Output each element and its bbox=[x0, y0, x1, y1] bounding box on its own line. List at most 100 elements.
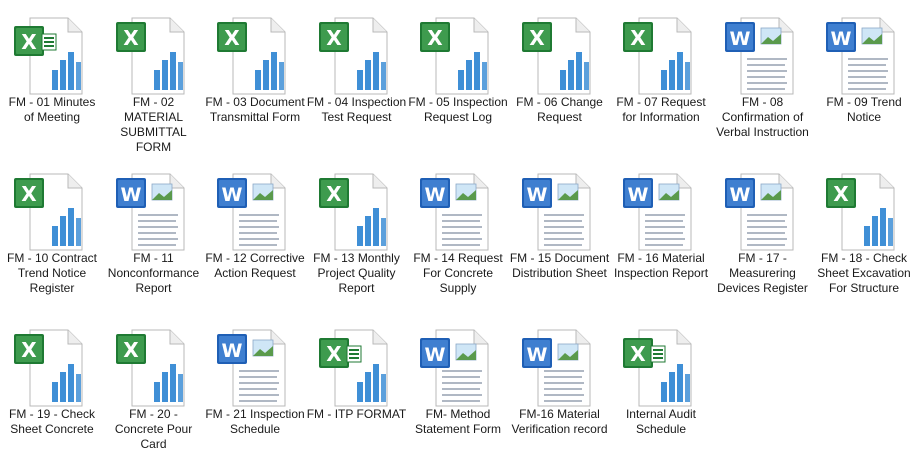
file-grid: X FM - 01 Minutes of Meeting X FM - 02 M… bbox=[0, 0, 910, 456]
file-item[interactable]: X FM - 05 Inspection Request Log bbox=[408, 6, 508, 156]
word-file-icon: W bbox=[213, 168, 293, 252]
word-file-icon: W bbox=[112, 168, 192, 252]
file-item[interactable]: X FM - 10 Contract Trend Notice Register bbox=[4, 162, 100, 312]
excel-file-icon: X bbox=[416, 12, 496, 96]
file-item[interactable]: W FM - 09 Trend Notice bbox=[816, 6, 910, 156]
excel-file-icon: X bbox=[112, 324, 192, 408]
word-file-icon: W bbox=[518, 324, 598, 408]
word-file-icon: W bbox=[721, 168, 801, 252]
file-name-label: FM - 17 - Measurering Devices Register bbox=[717, 251, 808, 295]
word-file-icon: W bbox=[213, 324, 293, 408]
svg-text:X: X bbox=[326, 182, 342, 206]
file-name-label: FM - 15 Document Distribution Sheet bbox=[509, 251, 610, 280]
file-item[interactable]: W FM - 08 Confirmation of Verbal Instruc… bbox=[715, 6, 811, 156]
excel-file-icon: X bbox=[112, 12, 192, 96]
file-name-label: FM - 01 Minutes of Meeting bbox=[8, 95, 96, 124]
file-name-label: FM - 21 Inspection Schedule bbox=[205, 407, 305, 436]
file-name-label: FM - 20 - Concrete Pour Card bbox=[114, 407, 193, 451]
svg-text:W: W bbox=[222, 340, 243, 362]
file-name-label: FM - 10 Contract Trend Notice Register bbox=[6, 251, 98, 295]
svg-text:W: W bbox=[526, 344, 547, 366]
file-item[interactable]: W FM - 14 Request For Concrete Supply bbox=[410, 162, 506, 312]
file-name-label: FM - 11 Nonconformance Report bbox=[107, 251, 200, 295]
file-item[interactable]: W FM - 17 - Measurering Devices Register bbox=[715, 162, 811, 312]
file-item[interactable]: X FM - 02 MATERIAL SUBMITTAL FORM bbox=[106, 6, 202, 156]
excel-file-icon: X bbox=[213, 12, 293, 96]
file-name-label: FM - 13 Monthly Project Quality Report bbox=[313, 251, 400, 295]
file-item[interactable]: X FM - 07 Request for Information bbox=[613, 6, 709, 156]
svg-text:X: X bbox=[21, 338, 37, 362]
file-item[interactable]: X FM - 03 Document Transmittal Form bbox=[205, 6, 305, 156]
excel-file-icon: X bbox=[619, 12, 699, 96]
excel-file-icon: X bbox=[518, 12, 598, 96]
svg-text:W: W bbox=[628, 184, 649, 206]
svg-text:X: X bbox=[630, 26, 646, 50]
svg-text:X: X bbox=[427, 26, 443, 50]
file-name-label: FM - 06 Change Request bbox=[516, 95, 603, 124]
svg-text:X: X bbox=[630, 342, 646, 366]
file-item[interactable]: X FM - 18 - Check Sheet Excavation For S… bbox=[816, 162, 910, 312]
excel-file-icon: X bbox=[619, 324, 699, 408]
file-item[interactable]: W FM - 16 Material Inspection Report bbox=[613, 162, 709, 312]
svg-text:W: W bbox=[425, 344, 446, 366]
file-item[interactable]: X FM - 06 Change Request bbox=[512, 6, 608, 156]
excel-file-icon: X bbox=[10, 12, 90, 96]
file-item[interactable]: X FM - 19 - Check Sheet Concrete bbox=[4, 318, 100, 468]
file-name-label: FM-16 Material Verification record bbox=[511, 407, 608, 436]
word-file-icon: W bbox=[721, 12, 801, 96]
file-name-label: FM - 07 Request for Information bbox=[616, 95, 706, 124]
file-item[interactable]: W FM - 15 Document Distribution Sheet bbox=[509, 162, 610, 312]
file-item[interactable]: X FM - 04 Inspection Test Request bbox=[306, 6, 407, 156]
svg-text:W: W bbox=[425, 184, 446, 206]
svg-text:X: X bbox=[123, 338, 139, 362]
file-item[interactable]: X FM - 20 - Concrete Pour Card bbox=[106, 318, 202, 468]
file-name-label: FM - 18 - Check Sheet Excavation For Str… bbox=[817, 251, 910, 295]
file-name-label: FM - 05 Inspection Request Log bbox=[408, 95, 508, 124]
svg-text:W: W bbox=[222, 184, 243, 206]
svg-text:X: X bbox=[21, 182, 37, 206]
word-file-icon: W bbox=[518, 168, 598, 252]
file-name-label: FM - 12 Corrective Action Request bbox=[205, 251, 305, 280]
file-name-label: FM - 04 Inspection Test Request bbox=[306, 95, 407, 124]
file-item[interactable]: W FM - 12 Corrective Action Request bbox=[205, 162, 305, 312]
word-file-icon: W bbox=[619, 168, 699, 252]
file-item[interactable]: X FM - ITP FORMAT bbox=[306, 318, 407, 468]
file-name-label: FM - ITP FORMAT bbox=[306, 407, 407, 421]
file-name-label: Internal Audit Schedule bbox=[625, 407, 697, 436]
file-name-label: FM - 03 Document Transmittal Form bbox=[205, 95, 305, 124]
excel-file-icon: X bbox=[10, 324, 90, 408]
svg-text:W: W bbox=[526, 184, 547, 206]
svg-text:X: X bbox=[326, 342, 342, 366]
file-item[interactable]: X Internal Audit Schedule bbox=[613, 318, 709, 468]
excel-file-icon: X bbox=[315, 12, 395, 96]
svg-text:W: W bbox=[831, 28, 852, 50]
svg-text:W: W bbox=[120, 184, 141, 206]
file-name-label: FM - 16 Material Inspection Report bbox=[613, 251, 709, 280]
file-name-label: FM - 09 Trend Notice bbox=[826, 95, 902, 124]
svg-text:X: X bbox=[123, 26, 139, 50]
svg-text:X: X bbox=[529, 26, 545, 50]
word-file-icon: W bbox=[416, 324, 496, 408]
svg-text:X: X bbox=[21, 30, 37, 54]
file-item[interactable]: W FM-16 Material Verification record bbox=[511, 318, 608, 468]
file-name-label: FM - 14 Request For Concrete Supply bbox=[413, 251, 503, 295]
file-name-label: FM - 08 Confirmation of Verbal Instructi… bbox=[716, 95, 809, 139]
svg-text:X: X bbox=[833, 182, 849, 206]
file-name-label: FM - 19 - Check Sheet Concrete bbox=[8, 407, 95, 436]
file-name-label: FM- Method Statement Form bbox=[414, 407, 502, 436]
svg-text:W: W bbox=[729, 184, 750, 206]
file-item[interactable]: X FM - 01 Minutes of Meeting bbox=[4, 6, 100, 156]
file-item[interactable]: X FM - 13 Monthly Project Quality Report bbox=[309, 162, 405, 312]
excel-file-icon: X bbox=[822, 168, 902, 252]
svg-text:X: X bbox=[224, 26, 240, 50]
file-item[interactable]: W FM- Method Statement Form bbox=[410, 318, 506, 468]
word-file-icon: W bbox=[822, 12, 902, 96]
word-file-icon: W bbox=[416, 168, 496, 252]
excel-file-icon: X bbox=[315, 324, 395, 408]
file-item[interactable]: W FM - 21 Inspection Schedule bbox=[205, 318, 305, 468]
excel-file-icon: X bbox=[315, 168, 395, 252]
file-item[interactable]: W FM - 11 Nonconformance Report bbox=[106, 162, 202, 312]
file-name-label: FM - 02 MATERIAL SUBMITTAL FORM bbox=[120, 95, 187, 154]
svg-text:W: W bbox=[729, 28, 750, 50]
svg-text:X: X bbox=[326, 26, 342, 50]
